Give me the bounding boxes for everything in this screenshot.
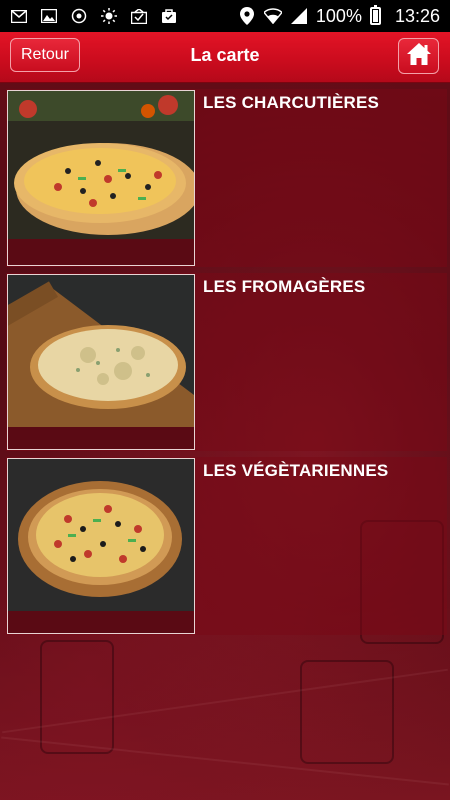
- back-button[interactable]: Retour: [10, 38, 80, 72]
- gmail-icon: [10, 7, 28, 25]
- signal-icon: [290, 7, 308, 25]
- wifi-icon: [263, 7, 282, 25]
- pizza-charcutieres-image: [7, 90, 195, 266]
- download-photo-icon: [130, 7, 148, 25]
- status-bar: 100% 13:26: [0, 0, 450, 32]
- pizza-fromageres-image: [7, 274, 195, 450]
- category-label: LES CHARCUTIÈRES: [203, 93, 380, 112]
- list-item-charcutieres[interactable]: LES CHARCUTIÈRES: [6, 89, 447, 267]
- photo-icon: [40, 7, 58, 25]
- home-icon: [406, 42, 432, 71]
- battery-icon: [369, 5, 381, 25]
- menu-list: LES CHARCUTIÈRES LES FROMAGÈRES LES VÉGÈ…: [6, 89, 447, 641]
- list-item-fromageres[interactable]: LES FROMAGÈRES: [6, 273, 447, 451]
- location-icon: [238, 7, 256, 25]
- brightness-icon: [100, 7, 118, 25]
- battery-percent: 100%: [315, 5, 362, 26]
- pizza-vegetariennes-image: [7, 458, 195, 634]
- home-button[interactable]: [398, 38, 439, 74]
- sync-icon: [70, 7, 88, 25]
- list-item-vegetariennes[interactable]: LES VÉGÈTARIENNES: [6, 457, 447, 635]
- category-label: LES FROMAGÈRES: [203, 277, 366, 296]
- category-label: LES VÉGÈTARIENNES: [203, 461, 389, 480]
- app-header: La carte Retour: [0, 32, 450, 83]
- clock: 13:26: [394, 5, 440, 26]
- bag-icon: [160, 7, 178, 25]
